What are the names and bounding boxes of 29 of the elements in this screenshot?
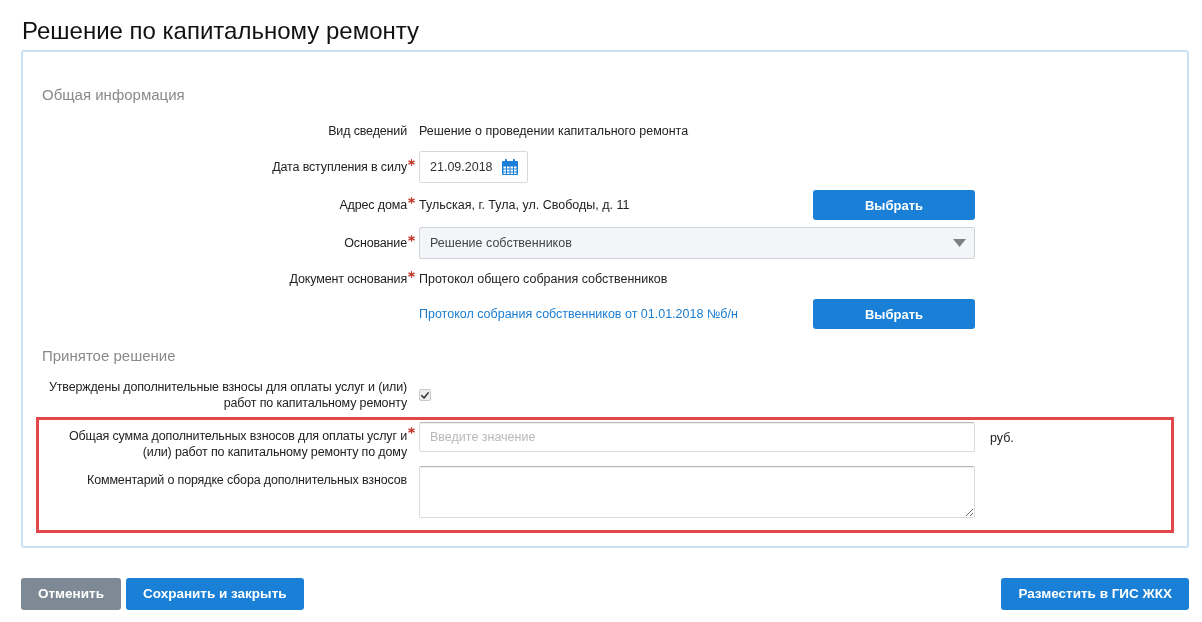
date-input[interactable]: 21.09.2018	[419, 151, 528, 183]
unit-label: руб.	[990, 431, 1014, 445]
field-value: Тульская, г. Тула, ул. Свободы, д. 11	[419, 196, 630, 214]
field-label: Утверждены дополнительные взносы для оплаты услуг и (или) работ по капитальному ремонту	[47, 379, 407, 411]
field-label: Документ основания	[289, 271, 407, 287]
action-button[interactable]: Разместить в ГИС ЖКХ	[1001, 578, 1189, 610]
amount-input[interactable]: Введите значение	[419, 422, 975, 452]
field-label: Общая сумма дополнительных взносов для оплаты услуг и (или) работ по капитальному ремонту по дому	[68, 428, 407, 460]
choose-button[interactable]: Выбрать	[813, 190, 975, 220]
comment-field[interactable]	[419, 466, 975, 518]
field-value: Протокол общего собрания собственников	[419, 270, 668, 288]
choose-button[interactable]: Выбрать	[813, 299, 975, 329]
field-label: Комментарий о порядке сбора дополнительных взносов	[87, 472, 407, 488]
field-label: Адрес дома	[339, 197, 407, 213]
field-label: Вид сведений	[328, 123, 407, 139]
field-value: Решение о проведении капитального ремонта	[419, 122, 689, 140]
document-link[interactable]: Протокол собрания собственников от 01.01.2018 №б/н	[419, 304, 738, 324]
dropdown[interactable]: Решение собственников	[419, 227, 975, 259]
section-heading: Общая информация	[42, 85, 185, 105]
check-icon	[421, 391, 429, 399]
calendar-icon	[502, 159, 518, 175]
caret-icon	[953, 239, 966, 247]
action-button[interactable]: Сохранить и закрыть	[126, 578, 304, 610]
action-button[interactable]: Отменить	[21, 578, 121, 610]
checkbox[interactable]	[419, 389, 431, 401]
section-heading: Принятое решение	[42, 346, 176, 366]
page-title: Решение по капитальному ремонту	[22, 16, 420, 45]
field-label: Основание	[344, 235, 407, 251]
field-label: Дата вступления в силу	[272, 159, 407, 175]
